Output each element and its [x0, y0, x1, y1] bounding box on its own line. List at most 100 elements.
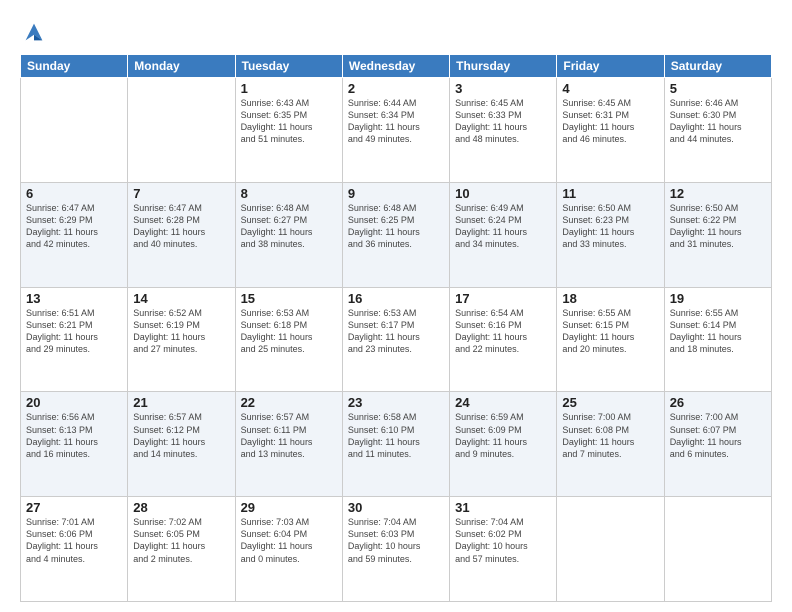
header-cell-thursday: Thursday [450, 55, 557, 78]
week-row-1: 1Sunrise: 6:43 AM Sunset: 6:35 PM Daylig… [21, 78, 772, 183]
header-cell-sunday: Sunday [21, 55, 128, 78]
day-cell: 20Sunrise: 6:56 AM Sunset: 6:13 PM Dayli… [21, 392, 128, 497]
day-info: Sunrise: 6:47 AM Sunset: 6:29 PM Dayligh… [26, 202, 122, 251]
day-number: 17 [455, 291, 551, 306]
day-info: Sunrise: 6:53 AM Sunset: 6:18 PM Dayligh… [241, 307, 337, 356]
day-cell: 24Sunrise: 6:59 AM Sunset: 6:09 PM Dayli… [450, 392, 557, 497]
day-cell: 23Sunrise: 6:58 AM Sunset: 6:10 PM Dayli… [342, 392, 449, 497]
day-cell: 5Sunrise: 6:46 AM Sunset: 6:30 PM Daylig… [664, 78, 771, 183]
day-info: Sunrise: 6:55 AM Sunset: 6:15 PM Dayligh… [562, 307, 658, 356]
day-info: Sunrise: 6:43 AM Sunset: 6:35 PM Dayligh… [241, 97, 337, 146]
day-number: 8 [241, 186, 337, 201]
day-info: Sunrise: 6:45 AM Sunset: 6:31 PM Dayligh… [562, 97, 658, 146]
day-number: 16 [348, 291, 444, 306]
day-info: Sunrise: 6:58 AM Sunset: 6:10 PM Dayligh… [348, 411, 444, 460]
day-cell: 27Sunrise: 7:01 AM Sunset: 6:06 PM Dayli… [21, 497, 128, 602]
day-number: 9 [348, 186, 444, 201]
day-number: 2 [348, 81, 444, 96]
day-cell: 31Sunrise: 7:04 AM Sunset: 6:02 PM Dayli… [450, 497, 557, 602]
day-number: 13 [26, 291, 122, 306]
day-info: Sunrise: 6:51 AM Sunset: 6:21 PM Dayligh… [26, 307, 122, 356]
day-number: 28 [133, 500, 229, 515]
day-cell: 17Sunrise: 6:54 AM Sunset: 6:16 PM Dayli… [450, 287, 557, 392]
day-cell: 10Sunrise: 6:49 AM Sunset: 6:24 PM Dayli… [450, 182, 557, 287]
day-info: Sunrise: 7:00 AM Sunset: 6:08 PM Dayligh… [562, 411, 658, 460]
day-cell: 4Sunrise: 6:45 AM Sunset: 6:31 PM Daylig… [557, 78, 664, 183]
day-cell: 9Sunrise: 6:48 AM Sunset: 6:25 PM Daylig… [342, 182, 449, 287]
day-info: Sunrise: 6:46 AM Sunset: 6:30 PM Dayligh… [670, 97, 766, 146]
day-info: Sunrise: 6:48 AM Sunset: 6:25 PM Dayligh… [348, 202, 444, 251]
day-number: 27 [26, 500, 122, 515]
day-number: 15 [241, 291, 337, 306]
day-number: 24 [455, 395, 551, 410]
day-cell: 11Sunrise: 6:50 AM Sunset: 6:23 PM Dayli… [557, 182, 664, 287]
day-cell: 21Sunrise: 6:57 AM Sunset: 6:12 PM Dayli… [128, 392, 235, 497]
day-number: 3 [455, 81, 551, 96]
header-cell-tuesday: Tuesday [235, 55, 342, 78]
day-cell: 8Sunrise: 6:48 AM Sunset: 6:27 PM Daylig… [235, 182, 342, 287]
day-number: 7 [133, 186, 229, 201]
day-cell: 16Sunrise: 6:53 AM Sunset: 6:17 PM Dayli… [342, 287, 449, 392]
day-info: Sunrise: 6:56 AM Sunset: 6:13 PM Dayligh… [26, 411, 122, 460]
day-info: Sunrise: 6:55 AM Sunset: 6:14 PM Dayligh… [670, 307, 766, 356]
day-number: 11 [562, 186, 658, 201]
day-info: Sunrise: 6:45 AM Sunset: 6:33 PM Dayligh… [455, 97, 551, 146]
header [20, 18, 772, 46]
day-number: 6 [26, 186, 122, 201]
day-info: Sunrise: 6:47 AM Sunset: 6:28 PM Dayligh… [133, 202, 229, 251]
week-row-5: 27Sunrise: 7:01 AM Sunset: 6:06 PM Dayli… [21, 497, 772, 602]
day-cell: 30Sunrise: 7:04 AM Sunset: 6:03 PM Dayli… [342, 497, 449, 602]
day-cell: 3Sunrise: 6:45 AM Sunset: 6:33 PM Daylig… [450, 78, 557, 183]
day-number: 29 [241, 500, 337, 515]
day-info: Sunrise: 6:52 AM Sunset: 6:19 PM Dayligh… [133, 307, 229, 356]
day-cell: 15Sunrise: 6:53 AM Sunset: 6:18 PM Dayli… [235, 287, 342, 392]
day-cell: 6Sunrise: 6:47 AM Sunset: 6:29 PM Daylig… [21, 182, 128, 287]
day-cell [557, 497, 664, 602]
day-cell [21, 78, 128, 183]
day-cell: 26Sunrise: 7:00 AM Sunset: 6:07 PM Dayli… [664, 392, 771, 497]
day-cell [128, 78, 235, 183]
header-cell-wednesday: Wednesday [342, 55, 449, 78]
day-info: Sunrise: 7:02 AM Sunset: 6:05 PM Dayligh… [133, 516, 229, 565]
logo [20, 18, 52, 46]
day-number: 25 [562, 395, 658, 410]
day-info: Sunrise: 6:50 AM Sunset: 6:23 PM Dayligh… [562, 202, 658, 251]
page: SundayMondayTuesdayWednesdayThursdayFrid… [0, 0, 792, 612]
day-info: Sunrise: 7:04 AM Sunset: 6:03 PM Dayligh… [348, 516, 444, 565]
day-info: Sunrise: 6:59 AM Sunset: 6:09 PM Dayligh… [455, 411, 551, 460]
header-cell-monday: Monday [128, 55, 235, 78]
day-cell: 18Sunrise: 6:55 AM Sunset: 6:15 PM Dayli… [557, 287, 664, 392]
day-info: Sunrise: 7:01 AM Sunset: 6:06 PM Dayligh… [26, 516, 122, 565]
day-cell: 1Sunrise: 6:43 AM Sunset: 6:35 PM Daylig… [235, 78, 342, 183]
day-number: 21 [133, 395, 229, 410]
day-number: 31 [455, 500, 551, 515]
day-number: 20 [26, 395, 122, 410]
day-info: Sunrise: 6:57 AM Sunset: 6:11 PM Dayligh… [241, 411, 337, 460]
day-number: 12 [670, 186, 766, 201]
day-cell: 28Sunrise: 7:02 AM Sunset: 6:05 PM Dayli… [128, 497, 235, 602]
day-cell: 12Sunrise: 6:50 AM Sunset: 6:22 PM Dayli… [664, 182, 771, 287]
logo-icon [20, 18, 48, 46]
day-number: 26 [670, 395, 766, 410]
week-row-2: 6Sunrise: 6:47 AM Sunset: 6:29 PM Daylig… [21, 182, 772, 287]
day-cell: 29Sunrise: 7:03 AM Sunset: 6:04 PM Dayli… [235, 497, 342, 602]
day-info: Sunrise: 7:00 AM Sunset: 6:07 PM Dayligh… [670, 411, 766, 460]
day-number: 1 [241, 81, 337, 96]
day-number: 19 [670, 291, 766, 306]
day-info: Sunrise: 6:57 AM Sunset: 6:12 PM Dayligh… [133, 411, 229, 460]
day-cell: 25Sunrise: 7:00 AM Sunset: 6:08 PM Dayli… [557, 392, 664, 497]
day-info: Sunrise: 6:44 AM Sunset: 6:34 PM Dayligh… [348, 97, 444, 146]
day-number: 14 [133, 291, 229, 306]
day-number: 4 [562, 81, 658, 96]
day-info: Sunrise: 6:48 AM Sunset: 6:27 PM Dayligh… [241, 202, 337, 251]
header-row: SundayMondayTuesdayWednesdayThursdayFrid… [21, 55, 772, 78]
day-cell: 22Sunrise: 6:57 AM Sunset: 6:11 PM Dayli… [235, 392, 342, 497]
day-number: 30 [348, 500, 444, 515]
day-cell [664, 497, 771, 602]
day-info: Sunrise: 7:04 AM Sunset: 6:02 PM Dayligh… [455, 516, 551, 565]
header-cell-friday: Friday [557, 55, 664, 78]
day-info: Sunrise: 6:53 AM Sunset: 6:17 PM Dayligh… [348, 307, 444, 356]
day-number: 5 [670, 81, 766, 96]
day-cell: 13Sunrise: 6:51 AM Sunset: 6:21 PM Dayli… [21, 287, 128, 392]
day-cell: 19Sunrise: 6:55 AM Sunset: 6:14 PM Dayli… [664, 287, 771, 392]
